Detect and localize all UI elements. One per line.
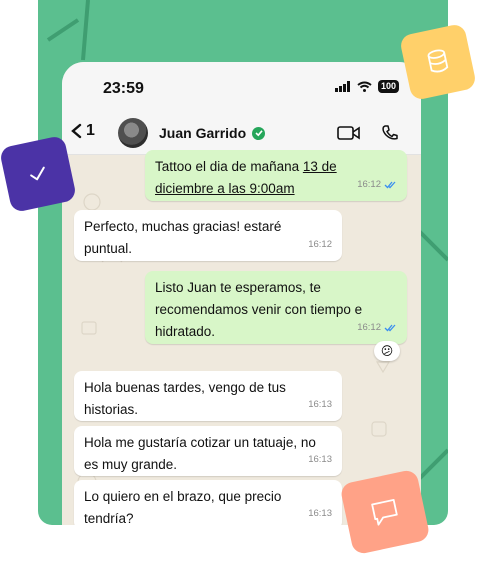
unread-count: 1 — [86, 122, 95, 139]
status-time: 23:59 — [103, 80, 144, 97]
message-text: Hola buenas tardes, vengo de tus histori… — [84, 380, 286, 417]
message-time: 16:13 — [308, 454, 332, 465]
contact-name: Juan Garrido — [159, 125, 247, 141]
message-text: Perfecto, muchas gracias! estaré puntual… — [84, 219, 282, 256]
contact-info[interactable]: Juan Garrido — [159, 125, 266, 141]
message-text: Hola me gustaría cotizar un tatuaje, no … — [84, 435, 316, 472]
status-bar: 23:59 100 — [62, 62, 421, 114]
check-icon — [0, 134, 78, 214]
chevron-left-icon — [71, 123, 82, 139]
message-text: Lo quiero en el brazo, que precio tendrí… — [84, 489, 282, 525]
chat-bubble-icon — [339, 468, 431, 556]
message-time: 16:13 — [308, 508, 332, 519]
phone-screen: 23:59 100 1 Juan Garrido Tattoo el dia d… — [62, 62, 421, 525]
message-time: 16:12 — [357, 322, 381, 333]
wifi-icon — [357, 81, 372, 92]
battery-icon: 100 — [377, 80, 399, 93]
back-button[interactable]: 1 — [70, 122, 95, 140]
read-receipt-icon — [384, 181, 396, 189]
message-time: 16:12 — [308, 239, 332, 250]
database-icon — [398, 22, 478, 102]
read-receipt-icon — [384, 324, 396, 332]
message-text: Tattoo el dia de mañana — [155, 159, 303, 174]
message-time: 16:12 — [357, 179, 381, 190]
message-bubble-incoming[interactable]: Perfecto, muchas gracias! estaré puntual… — [74, 210, 342, 261]
voice-call-icon[interactable] — [381, 124, 399, 142]
date-link[interactable]: diciembre a las 9:00am — [155, 181, 295, 196]
verified-badge-icon — [252, 126, 266, 140]
message-bubble-incoming[interactable]: Lo quiero en el brazo, que precio tendrí… — [74, 480, 342, 525]
message-bubble-outgoing[interactable]: Tattoo el dia de mañana 13 de diciembre … — [145, 150, 407, 201]
message-bubble-incoming[interactable]: Hola buenas tardes, vengo de tus histori… — [74, 371, 342, 421]
message-time: 16:13 — [308, 399, 332, 410]
signal-icon — [334, 81, 350, 92]
message-bubble-outgoing[interactable]: Listo Juan te esperamos, te recomendamos… — [145, 271, 407, 344]
avatar[interactable] — [118, 118, 148, 148]
chat-header: 1 Juan Garrido — [62, 114, 421, 155]
video-call-icon[interactable] — [337, 125, 361, 141]
reaction-emoji[interactable]: 😕 — [374, 341, 400, 361]
date-link[interactable]: 13 de — [303, 159, 337, 174]
message-bubble-incoming[interactable]: Hola me gustaría cotizar un tatuaje, no … — [74, 426, 342, 476]
